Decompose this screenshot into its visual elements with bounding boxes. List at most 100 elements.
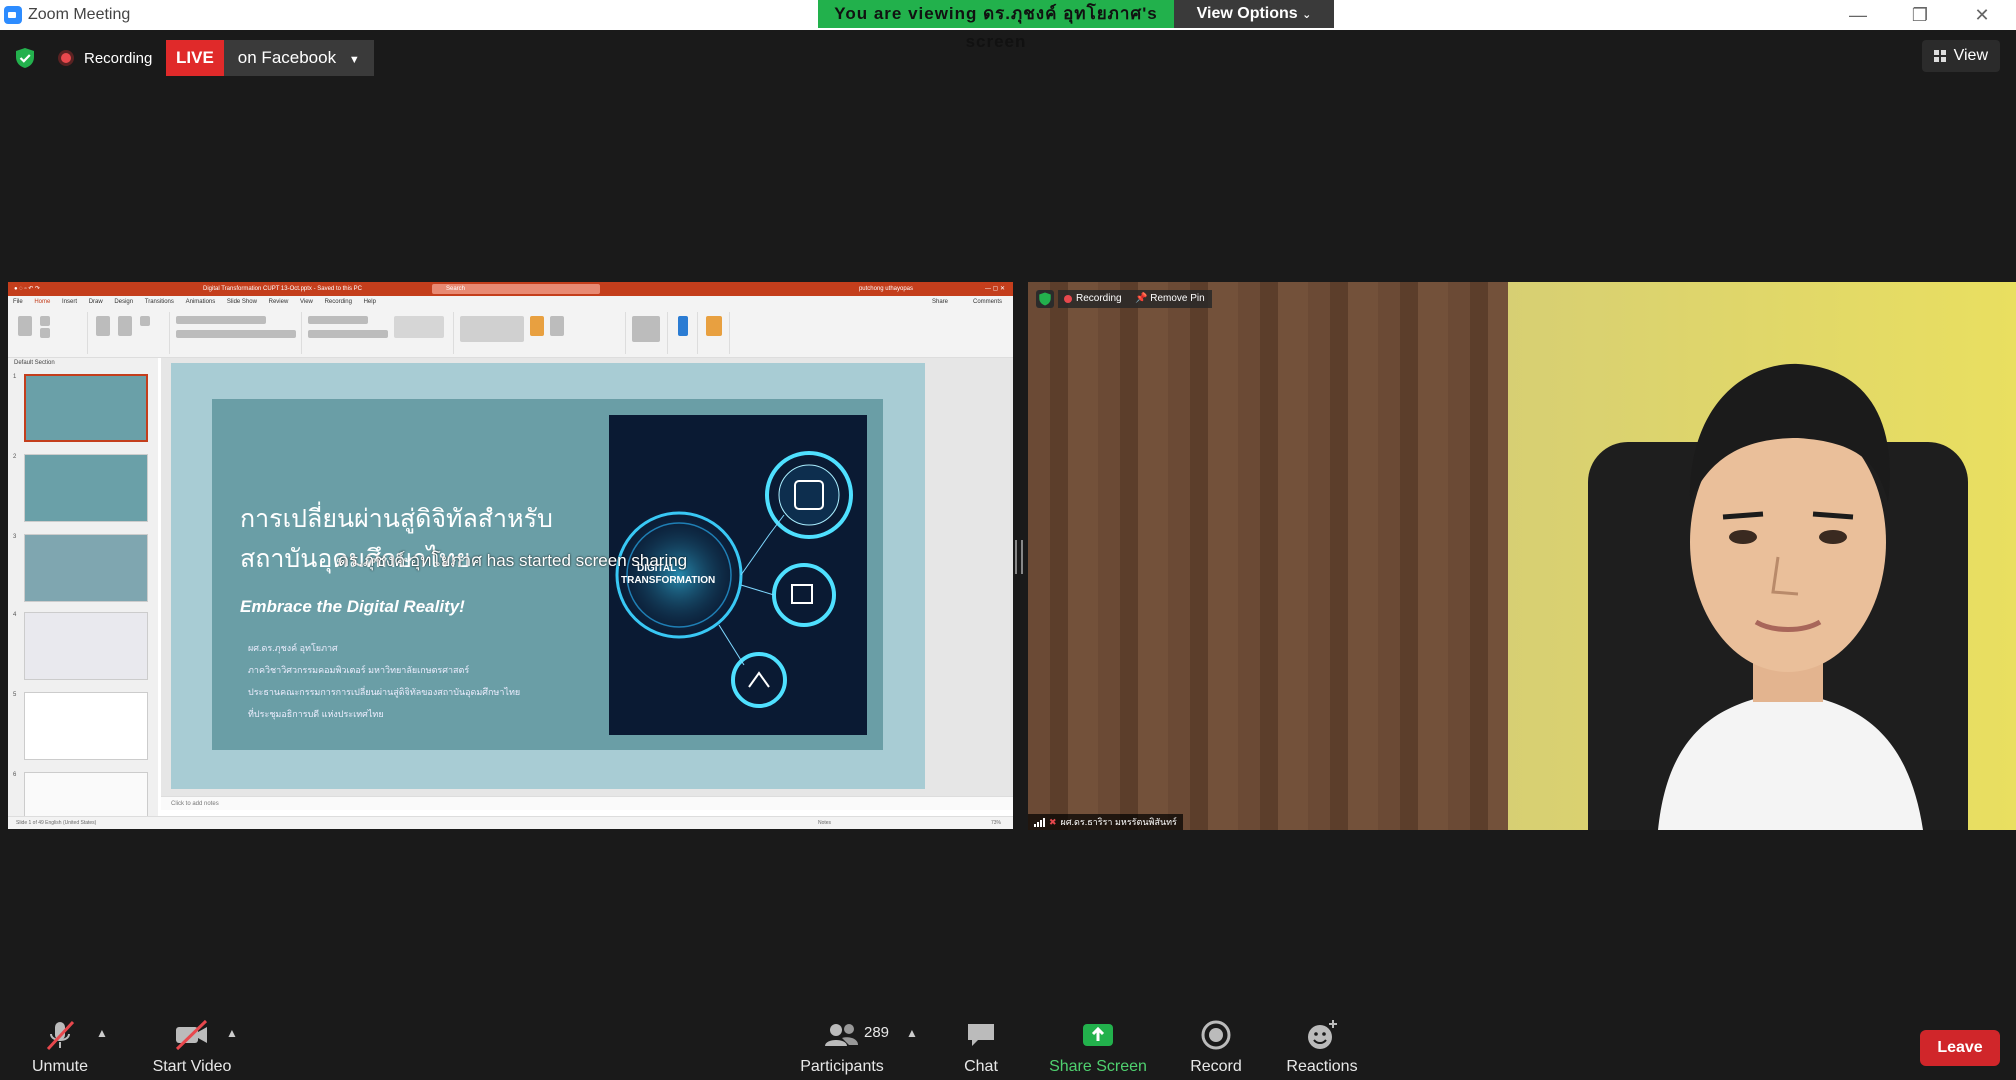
record-dot-icon [1064,295,1072,303]
record-dot-icon [58,50,74,66]
slide-author-lines: ผศ.ดร.ภุชงค์ อุทโยภาศ ภาควิชาวิศวกรรมคอม… [248,637,520,725]
ppt-status-left: Slide 1 of 49 English (United States) [16,820,97,826]
pane-splitter-handle[interactable] [1015,540,1023,574]
new-slide-icon [96,316,110,336]
autosave-toggle: ● ◌ ▫ ↶ ↷ [14,286,41,292]
reactions-button[interactable]: Reactions [1284,1018,1360,1076]
live-target-dropdown[interactable]: on Facebook ▼ [223,40,374,76]
reactions-smiley-icon [1308,1020,1337,1049]
chat-bubble-icon [968,1024,994,1046]
cut-icon [40,316,50,326]
record-icon [1201,1020,1231,1050]
encryption-shield-icon[interactable] [1036,290,1054,308]
ppt-ribbon [8,308,1013,358]
slide-subtitle: Embrace the Digital Reality! [240,597,465,616]
slide: การเปลี่ยนผ่านสู่ดิจิทัลสำหรับ สถาบันอุด… [171,363,925,789]
ppt-window-controls: — ▢ ✕ [984,286,1005,292]
chat-label: Chat [964,1058,998,1075]
ppt-menu-item: Animations [185,299,216,305]
leave-meeting-button[interactable]: Leave [1920,1030,2000,1066]
remove-pin-label: Remove Pin [1150,293,1205,304]
slide-line: ที่ประชุมอธิการบดี แห่งประเทศไทย [248,709,384,719]
list-row [308,316,368,324]
slide-thumbnail [24,454,148,522]
thumb-number: 2 [13,454,17,460]
signal-strength-icon [1034,817,1045,827]
ppt-share-button: Share [931,299,948,305]
video-recording-label: Recording [1076,293,1122,304]
window-titlebar: Zoom Meeting You are viewing ดร.ภุชงค์ อ… [0,0,2016,51]
participants-options-caret[interactable]: ▲ [906,1026,918,1040]
ppt-menu-item: Review [268,299,289,305]
recording-indicator[interactable]: Recording [58,46,152,70]
restore-button[interactable]: ❐ [1900,3,1940,27]
live-target-label: on Facebook [237,48,337,67]
encryption-shield-icon[interactable] [14,47,36,69]
thumb-number: 6 [13,772,17,778]
participant-figure [1658,363,1923,830]
shapes-gallery [460,316,524,342]
participants-icon [825,1024,858,1046]
ppt-search-box: Search [432,284,600,294]
slide-thumbnail [24,374,148,442]
video-background-wood [1028,282,1508,830]
share-screen-label: Share Screen [1049,1058,1147,1075]
participant-name-tag: ✖ ผศ.ดร.ธาริรา มหรรัตนพิสันทร์ [1028,814,1183,830]
view-label: View [1953,47,1988,64]
share-screen-icon [1083,1024,1113,1046]
ribbon-group-clipboard [12,312,88,354]
ribbon-group-editing [628,312,668,354]
ribbon-group-font [172,312,302,354]
chevron-down-icon: ⌄ [1302,9,1312,21]
minimize-button[interactable]: — [1838,3,1878,27]
ppt-document-title: Digital Transformation CUPT 13-Oct.pptx … [203,286,362,292]
slide-thumbnail [24,772,148,818]
video-options-caret[interactable]: ▲ [226,1026,238,1040]
ppt-titlebar: ● ◌ ▫ ↶ ↷ Digital Transformation CUPT 13… [8,282,1013,296]
live-stream-badge[interactable]: LIVE on Facebook ▼ [166,40,374,76]
remove-pin-button[interactable]: 📌 Remove Pin [1128,290,1212,308]
window-title: Zoom Meeting [28,6,131,23]
ribbon-group-slides [90,312,170,354]
ppt-user-name: putchong uthayopas [858,286,913,292]
gallery-grid-icon [1933,50,1946,62]
slide-line: ภาควิชาวิศวกรรมคอมพิวเตอร์ มหาวิทยาลัยเก… [248,665,470,675]
view-options-button[interactable]: View Options ⌄ [1174,0,1334,28]
view-layout-button[interactable]: View [1921,40,2000,72]
thumb-number: 3 [13,534,17,540]
unmute-button[interactable]: Unmute [22,1018,98,1076]
ribbon-group-paragraph [304,312,454,354]
meeting-toolbar: Unmute ▲ Start Video ▲ Participants 289 … [0,1000,2016,1080]
recording-label: Recording [84,49,153,67]
slide-title-line: การเปลี่ยนผ่านสู่ดิจิทัลสำหรับ [240,504,553,533]
participant-video-tile[interactable]: Recording 📌 Remove Pin ✖ ผศ.ดร.ธาริรา มห… [1028,282,2016,830]
close-button[interactable]: ✕ [1962,3,2002,27]
slide-thumbnail [24,692,148,760]
ppt-thumbnail-pane: Default Section 1 2 3 4 5 6 [8,358,158,820]
design-ideas-icon [706,316,722,336]
ribbon-group-drawing [456,312,626,354]
record-button[interactable]: Record [1184,1018,1248,1076]
image-caption-line: TRANSFORMATION [621,575,716,586]
audio-options-caret[interactable]: ▲ [96,1026,108,1040]
ppt-menu-item: Insert [62,299,78,305]
ppt-status-bar: Slide 1 of 49 English (United States) No… [8,816,1013,829]
ppt-menu-item: View [299,299,313,305]
align-row [308,330,388,338]
ppt-zoom-level: 73% [990,820,1001,826]
ppt-menubar: File Home Insert Draw Design Transitions… [8,296,1013,309]
start-video-label: Start Video [152,1058,232,1075]
ribbon-group-voice [670,312,698,354]
share-screen-button[interactable]: Share Screen [1048,1018,1148,1076]
slide-line: ผศ.ดร.ภุชงค์ อุทโยภาศ [248,643,338,653]
chat-button[interactable]: Chat [956,1018,1006,1076]
font-style-row [176,330,296,338]
slide-content-panel: การเปลี่ยนผ่านสู่ดิจิทัลสำหรับ สถาบันอุด… [212,399,883,750]
ppt-notes-toggle: Notes [818,820,832,826]
video-off-icon [175,1019,208,1051]
caret-down-icon: ▼ [348,54,360,66]
pin-icon: 📌 [1135,293,1148,304]
section-label: Default Section [14,360,55,366]
ppt-search-label: Search [446,286,466,292]
shared-screen-tile[interactable]: ● ◌ ▫ ↶ ↷ Digital Transformation CUPT 13… [8,282,1013,829]
